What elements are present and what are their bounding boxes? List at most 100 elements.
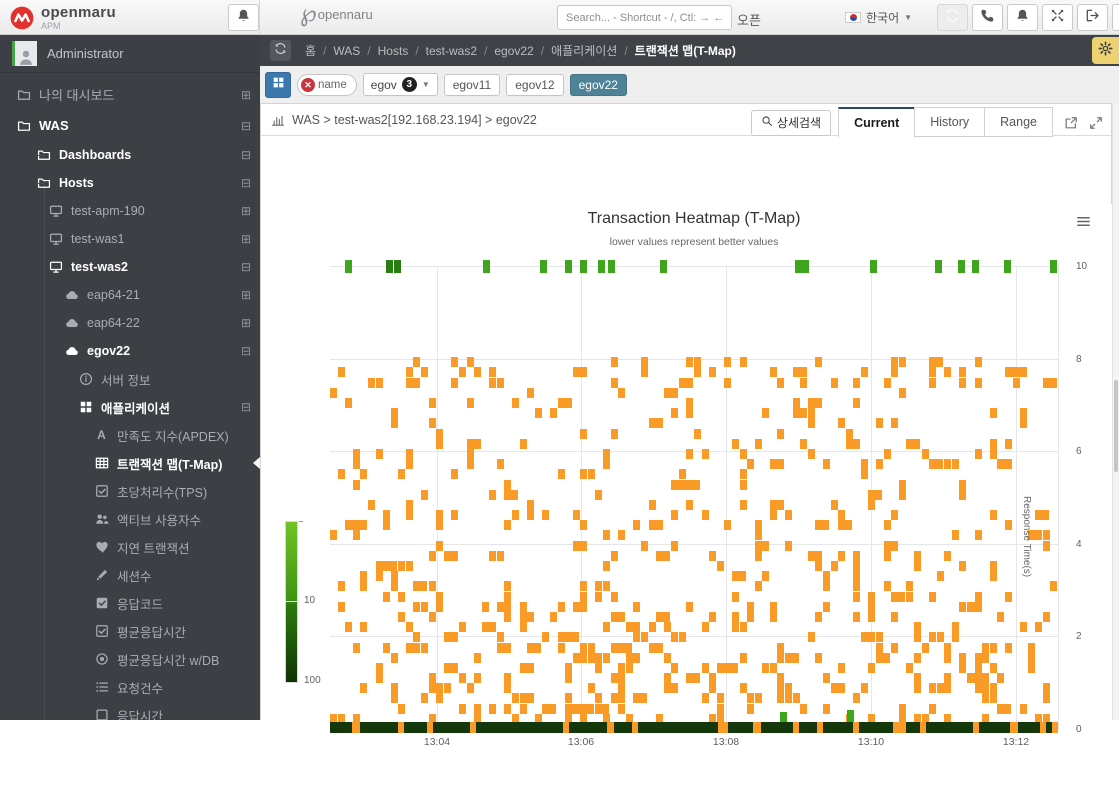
tx-cell xyxy=(845,438,860,449)
sidebar-item-세션수[interactable]: 세션수 xyxy=(0,561,260,589)
tx-cell xyxy=(929,632,937,643)
expand-toggle-icon[interactable]: ⊞ xyxy=(241,88,251,102)
collapse-toggle-icon[interactable]: ⊟ xyxy=(241,148,251,162)
color-legend-bar xyxy=(285,521,298,683)
tx-cell xyxy=(898,357,906,368)
sidebar-item-test-was2[interactable]: test-was2 ⊟ xyxy=(0,253,260,281)
sidebar-item-응답코드[interactable]: 응답코드 xyxy=(0,589,260,617)
scrollbar-thumb[interactable] xyxy=(1114,380,1118,472)
tx-cell xyxy=(603,581,610,592)
pencil-icon xyxy=(94,568,109,583)
tx-cell xyxy=(610,428,618,439)
tx-cell xyxy=(656,550,671,561)
tab-history[interactable]: History xyxy=(914,107,986,137)
collapse-toggle-icon[interactable]: ⊟ xyxy=(241,344,251,358)
tx-cell xyxy=(989,438,997,449)
sidebar-item-초당처리수-tps-[interactable]: 초당처리수(TPS) xyxy=(0,477,260,505)
collapse-toggle-icon[interactable]: ⊟ xyxy=(241,400,251,414)
expand-toggle-icon[interactable]: ⊞ xyxy=(241,316,251,330)
expand-toggle-icon[interactable]: ⊞ xyxy=(241,204,251,218)
fullscreen-button[interactable] xyxy=(1042,4,1073,31)
tx-cell xyxy=(390,581,398,592)
tx-cell xyxy=(398,611,406,622)
tx-cell xyxy=(398,561,406,572)
expand-toggle-icon[interactable]: ⊞ xyxy=(241,232,251,246)
tx-cell xyxy=(367,499,375,510)
breadcrumb-link[interactable]: 홈 xyxy=(305,42,316,59)
sidebar-item-나의-대시보드[interactable]: 나의 대시보드 ⊞ xyxy=(0,79,260,110)
tx-cell xyxy=(603,530,610,541)
dashboard-grid-button[interactable] xyxy=(265,71,291,98)
breadcrumb-link[interactable]: Hosts xyxy=(378,44,409,58)
chart-menu-button[interactable] xyxy=(1076,214,1091,234)
breadcrumb-link[interactable]: 애플리케이션 xyxy=(551,42,617,59)
tx-cell xyxy=(466,398,474,409)
phone-button[interactable] xyxy=(972,4,1003,31)
sidebar-item-label: egov22 xyxy=(87,344,131,358)
sidebar-item-평균응답시간[interactable]: 평균응답시간 xyxy=(0,617,260,645)
collapse-toggle-icon[interactable]: ⊟ xyxy=(241,260,251,274)
tx-cell xyxy=(777,673,785,684)
tab-range[interactable]: Range xyxy=(984,107,1053,137)
tab-current[interactable]: Current xyxy=(838,107,916,138)
collapse-toggle-icon[interactable]: ⊟ xyxy=(241,176,251,190)
filter-tag-egov11[interactable]: egov11 xyxy=(443,73,501,96)
breadcrumb-link[interactable]: egov22 xyxy=(494,44,533,58)
sidebar-item-응답시간[interactable]: 응답시간 xyxy=(0,701,260,720)
baseline-orange-segment xyxy=(793,722,799,733)
tx-cell xyxy=(496,601,511,612)
breadcrumb-link[interactable]: WAS xyxy=(333,44,360,58)
sidebar-item-평균응답시간-w-db[interactable]: 평균응답시간 w/DB xyxy=(0,645,260,673)
tx-cell xyxy=(686,601,694,612)
sidebar-item-dashboards[interactable]: Dashboards ⊟ xyxy=(0,141,260,169)
sidebar-item-label: test-was2 xyxy=(71,260,128,274)
tx-cell xyxy=(405,377,413,388)
capped-cell xyxy=(972,260,979,273)
resize-icon[interactable] xyxy=(1089,116,1103,130)
sidebar-item-egov22[interactable]: egov22 ⊟ xyxy=(0,337,260,365)
filter-chip-name[interactable]: ✕ name xyxy=(297,73,357,96)
sidebar-item-label: 트랜잭션 맵(T-Map) xyxy=(117,457,223,472)
collapse-toggle-icon[interactable]: ⊟ xyxy=(241,119,251,133)
panel-header: WAS > test-was2[192.168.23.194] > egov22… xyxy=(261,104,1111,138)
tx-cell xyxy=(724,662,739,673)
sidebar-item-애플리케이션[interactable]: 애플리케이션 ⊟ xyxy=(0,393,260,421)
sidebar-item-eap64-22[interactable]: eap64-22 ⊞ xyxy=(0,309,260,337)
tx-cell xyxy=(436,510,444,521)
global-search-input[interactable] xyxy=(557,5,732,30)
sidebar-item-요청건수[interactable]: 요청건수 xyxy=(0,673,260,701)
sidebar-item-test-apm-190[interactable]: test-apm-190 ⊞ xyxy=(0,197,260,225)
filter-tag-egov12[interactable]: egov12 xyxy=(506,73,564,96)
sidebar-item-지연-트랜잭션[interactable]: 지연 트랜잭션 xyxy=(0,533,260,561)
external-link-icon[interactable] xyxy=(1064,116,1078,130)
tx-cell xyxy=(504,683,512,694)
tx-cell xyxy=(876,642,883,653)
filter-tag-egov22[interactable]: egov22 xyxy=(569,73,627,96)
logout-button[interactable] xyxy=(1077,4,1108,31)
sidebar-item-트랜잭션-맵-t-map-[interactable]: 트랜잭션 맵(T-Map) xyxy=(0,449,260,477)
capped-cell xyxy=(935,260,942,273)
alerts-button[interactable] xyxy=(228,4,259,31)
sidebar-item-액티브-사용자수[interactable]: 액티브 사용자수 xyxy=(0,505,260,533)
group-select[interactable]: egov 3 ▼ xyxy=(362,73,438,96)
admin-profile[interactable]: Administrator xyxy=(0,35,260,73)
sidebar-item-서버-정보[interactable]: 서버 정보 xyxy=(0,365,260,393)
language-selector[interactable]: 한국어 ▼ xyxy=(845,9,912,26)
breadcrumb-link[interactable]: test-was2 xyxy=(426,44,477,58)
detail-search-button[interactable]: 상세검색 xyxy=(750,109,832,136)
remove-filter-icon[interactable]: ✕ xyxy=(301,77,315,92)
refresh-button[interactable] xyxy=(270,40,291,61)
settings-button[interactable] xyxy=(1092,37,1119,64)
tx-cell xyxy=(610,357,618,368)
sidebar-item-label: eap64-21 xyxy=(87,288,140,302)
sidebar-item-eap64-21[interactable]: eap64-21 ⊞ xyxy=(0,281,260,309)
expand-toggle-icon[interactable]: ⊞ xyxy=(241,288,251,302)
sidebar-item-만족도-지수-apdex-[interactable]: A 만족도 지수(APDEX) xyxy=(0,421,260,449)
sidebar-item-hosts[interactable]: Hosts ⊟ xyxy=(0,169,260,197)
notifications-button[interactable] xyxy=(1007,4,1038,31)
tx-cell xyxy=(504,489,519,500)
menu-button[interactable] xyxy=(1112,4,1119,31)
sidebar-item-was[interactable]: WAS ⊟ xyxy=(0,110,260,141)
sidebar-item-test-was1[interactable]: test-was1 ⊞ xyxy=(0,225,260,253)
support-button[interactable] xyxy=(937,4,968,31)
